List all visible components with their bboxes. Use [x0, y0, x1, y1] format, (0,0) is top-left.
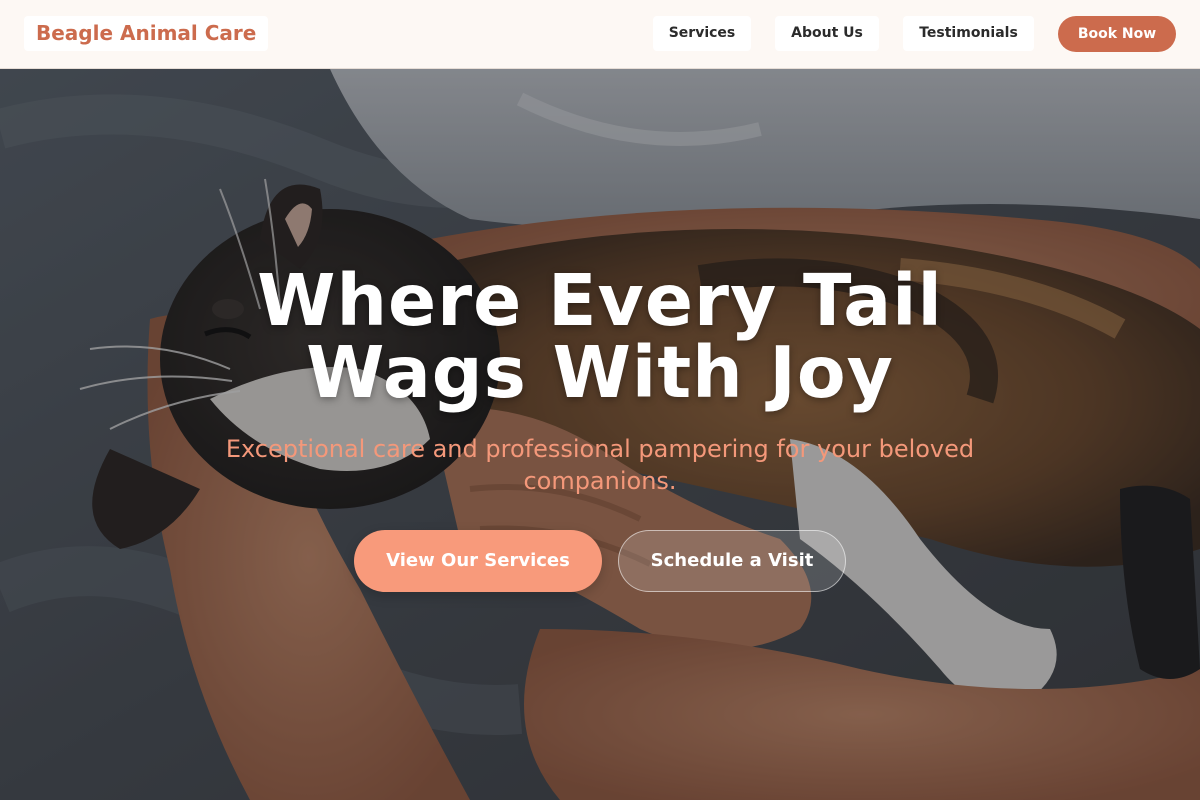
nav-link-services[interactable]: Services	[653, 16, 751, 51]
nav-link-about-us[interactable]: About Us	[775, 16, 879, 51]
top-navbar: Beagle Animal Care Services About Us Tes…	[0, 0, 1200, 69]
hero-headline-line-1: Where Every Tail	[257, 259, 943, 342]
view-services-button[interactable]: View Our Services	[354, 530, 602, 592]
schedule-visit-button[interactable]: Schedule a Visit	[618, 530, 846, 592]
hero-section: Where Every Tail Wags With Joy Exception…	[0, 69, 1200, 800]
brand-logo-link[interactable]: Beagle Animal Care	[24, 16, 269, 51]
hero-headline-line-2: Wags With Joy	[306, 331, 894, 414]
hero-subtitle: Exceptional care and professional pamper…	[225, 435, 975, 495]
nav-link-testimonials[interactable]: Testimonials	[903, 16, 1034, 51]
book-now-button[interactable]: Book Now	[1058, 16, 1176, 52]
hero-headline: Where Every Tail Wags With Joy	[100, 265, 1100, 409]
